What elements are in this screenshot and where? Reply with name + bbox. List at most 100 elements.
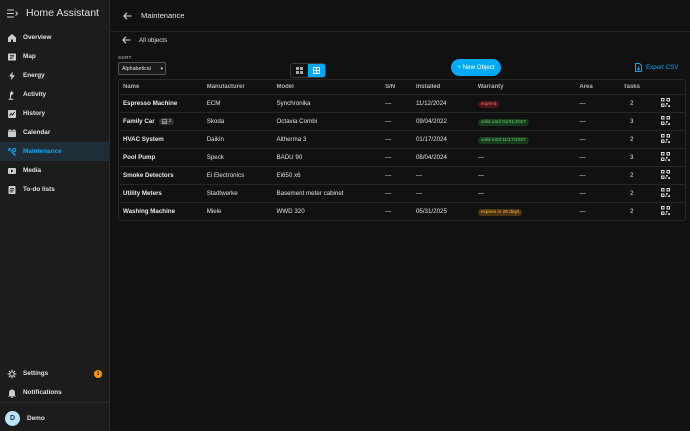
cell-model: Synchronika [276, 100, 311, 107]
cell-name: Pool Pump [119, 154, 207, 161]
sidebar-bottom: Settings 1 Notifications D Demo [0, 364, 109, 431]
table-row[interactable]: Espresso Machine ECM Synchronika — 11/12/202… [119, 94, 685, 112]
header-name[interactable]: Name [119, 84, 207, 90]
cell-area: — [579, 154, 586, 161]
cell-manufacturer: Ei Electronics [206, 172, 245, 179]
table-row[interactable]: Utility Meters Stadtwerke Basement meter c… [119, 184, 685, 202]
qr-code-icon[interactable] [660, 116, 670, 127]
table-row[interactable]: HVAC System Daikin Altherma 3 — 01/17/2024 va… [119, 130, 685, 148]
cell-manufacturer: Stadtwerke [206, 190, 238, 197]
cell-installed: 11/12/2024 [415, 100, 447, 107]
sidebar-item-overview[interactable]: Overview [0, 28, 109, 47]
qr-code-icon[interactable] [660, 188, 670, 199]
cell-area: — [579, 208, 586, 215]
calendar-icon [7, 128, 17, 138]
sidebar-item-notifications[interactable]: Notifications [0, 383, 109, 402]
cell-model: Altherma 3 [276, 136, 307, 143]
object-name: Family Car [123, 118, 155, 125]
overview-icon [7, 33, 17, 43]
cell-tasks: 3 [629, 118, 634, 125]
sidebar-item-label: Notifications [23, 389, 62, 396]
qr-code-icon[interactable] [660, 152, 670, 163]
sidebar-item-to-do-lists[interactable]: To-do lists [0, 180, 109, 199]
object-name: Espresso Machine [123, 100, 178, 107]
cell-qr [645, 98, 685, 109]
grid-view-button[interactable] [291, 64, 308, 77]
table-row[interactable]: Washing Machine Miele WWD 320 — 05/31/2025 ex… [119, 202, 685, 220]
cell-sn: — [385, 190, 392, 197]
warranty-value: — [477, 154, 484, 161]
sidebar-item-map[interactable]: Map [0, 47, 109, 66]
cell-name: Washing Machine [119, 208, 207, 215]
header-area[interactable]: Area [579, 84, 618, 90]
warranty-badge: valid until 11/17/2027 [477, 136, 529, 144]
cell-area: — [579, 100, 586, 107]
sidebar-item-settings[interactable]: Settings 1 [0, 364, 109, 383]
sort-label: SORT [118, 55, 132, 60]
table-row[interactable]: Smoke Detectors Ei Electronics Ei650 x6 — — —… [119, 166, 685, 184]
breadcrumb[interactable]: All objects [122, 36, 167, 44]
qr-code-icon[interactable] [660, 206, 670, 217]
sidebar-item-label: Settings [23, 370, 49, 377]
sidebar-item-calendar[interactable]: Calendar [0, 123, 109, 142]
cell-sn: — [385, 118, 392, 125]
cell-warranty: — [478, 172, 580, 179]
new-object-button[interactable]: + New Object [451, 59, 501, 76]
gear-icon [7, 369, 17, 379]
qr-code-icon[interactable] [660, 98, 670, 109]
table-view-button[interactable] [308, 64, 325, 77]
cell-warranty: expired [477, 100, 580, 108]
object-name: Utility Meters [123, 190, 162, 197]
cell-model: Ei650 x6 [276, 172, 301, 179]
table-header-row: Name Manufacturer Model S/N Installed Wa… [119, 80, 685, 94]
sidebar-item-label: Maintenance [23, 148, 62, 155]
sidebar-item-user[interactable]: D Demo [0, 405, 109, 431]
header-installed[interactable]: Installed [416, 84, 478, 90]
sort-select[interactable]: Alphabetical ▾ [118, 62, 166, 75]
sidebar-item-label: History [23, 110, 46, 117]
objects-table: Name Manufacturer Model S/N Installed Wa… [118, 79, 686, 221]
qr-code-icon[interactable] [660, 134, 670, 145]
header-manufacturer[interactable]: Manufacturer [207, 84, 277, 90]
activity-icon [7, 90, 17, 100]
sidebar-item-media[interactable]: Media [0, 161, 109, 180]
sidebar-item-maintenance[interactable]: Maintenance [0, 142, 109, 161]
cell-qr [645, 206, 685, 217]
view-toggle [290, 63, 326, 78]
cell-tasks: 3 [629, 154, 634, 161]
object-name: Smoke Detectors [123, 172, 174, 179]
cell-name: Family Car 2 [119, 118, 207, 125]
cell-installed: — [415, 190, 423, 197]
cell-manufacturer: ECM [206, 100, 221, 107]
header-warranty[interactable]: Warranty [478, 84, 580, 90]
cell-model: Octavia Combi [276, 118, 318, 125]
cell-qr [645, 116, 685, 127]
menu-open-icon[interactable] [6, 7, 18, 19]
cell-model: WWD 320 [276, 208, 305, 215]
sidebar-item-history[interactable]: History [0, 104, 109, 123]
qr-code-icon[interactable] [660, 170, 670, 181]
cell-manufacturer: Skoda [206, 118, 225, 125]
back-arrow-icon[interactable] [122, 36, 131, 44]
header-tasks[interactable]: Tasks [618, 84, 645, 90]
header-model[interactable]: Model [276, 84, 385, 90]
sidebar: Home Assistant Overview Map Energy Activity… [0, 0, 110, 431]
warranty-value: — [477, 172, 484, 179]
cell-tasks: 2 [629, 208, 634, 215]
sidebar-item-label: Energy [23, 72, 45, 79]
back-arrow-icon[interactable] [123, 7, 132, 25]
table-row[interactable]: Pool Pump Speck BADU 90 — 08/04/2024 — — 3 [119, 148, 685, 166]
export-csv-button[interactable]: Export CSV [635, 63, 678, 72]
sidebar-item-energy[interactable]: Energy [0, 66, 109, 85]
bell-icon [7, 388, 17, 398]
cell-tasks: 2 [629, 100, 634, 107]
sidebar-item-activity[interactable]: Activity [0, 85, 109, 104]
table-row[interactable]: Family Car 2 Skoda Octavia Combi — 09/04/2022… [119, 112, 685, 130]
cell-installed: 05/31/2025 [415, 208, 447, 215]
image-count-chip: 2 [158, 118, 175, 125]
header-sn[interactable]: S/N [385, 84, 416, 90]
avatar: D [5, 410, 20, 426]
table-icon [313, 67, 320, 74]
map-icon [7, 52, 17, 62]
cell-qr [645, 170, 685, 181]
